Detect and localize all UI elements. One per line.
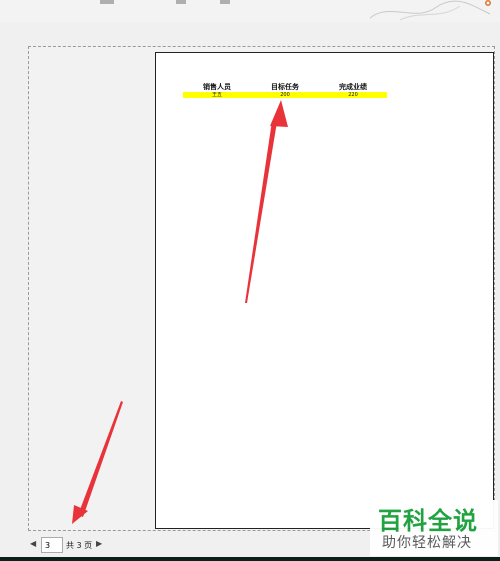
total-pages-label: 共 3 页 [66, 541, 93, 550]
preview-page: 销售人员 目标任务 完成业绩 王五 200 220 [155, 52, 494, 529]
cell-achieved-performance: 220 [348, 92, 358, 98]
cell-salesperson: 王五 [211, 92, 222, 98]
decorative-swirl-icon [369, 0, 491, 21]
table-row: 王五 200 220 [183, 92, 387, 98]
table-header-row: 销售人员 目标任务 完成业绩 [183, 83, 387, 91]
header-target-task: 目标任务 [271, 83, 299, 91]
toolbar-strip [0, 0, 500, 22]
header-achieved-performance: 完成业绩 [339, 83, 367, 91]
page-number-input[interactable] [41, 537, 63, 553]
next-page-button[interactable]: ▶ [96, 539, 102, 548]
watermark-logo: 百科全说 助你轻松解决 [370, 500, 498, 556]
toolbar-cutoff-item [220, 0, 230, 4]
sales-table: 销售人员 目标任务 完成业绩 王五 200 220 [183, 83, 387, 98]
bottom-edge-strip [0, 557, 500, 561]
previous-page-button[interactable]: ◀ [30, 539, 36, 548]
toolbar-cutoff-item [176, 0, 186, 4]
toolbar-cutoff-item [100, 0, 114, 4]
cell-target-task: 200 [280, 92, 290, 98]
header-salesperson: 销售人员 [203, 83, 231, 91]
watermark-title: 百科全说 [378, 507, 478, 535]
watermark-subtitle: 助你轻松解决 [382, 535, 472, 551]
